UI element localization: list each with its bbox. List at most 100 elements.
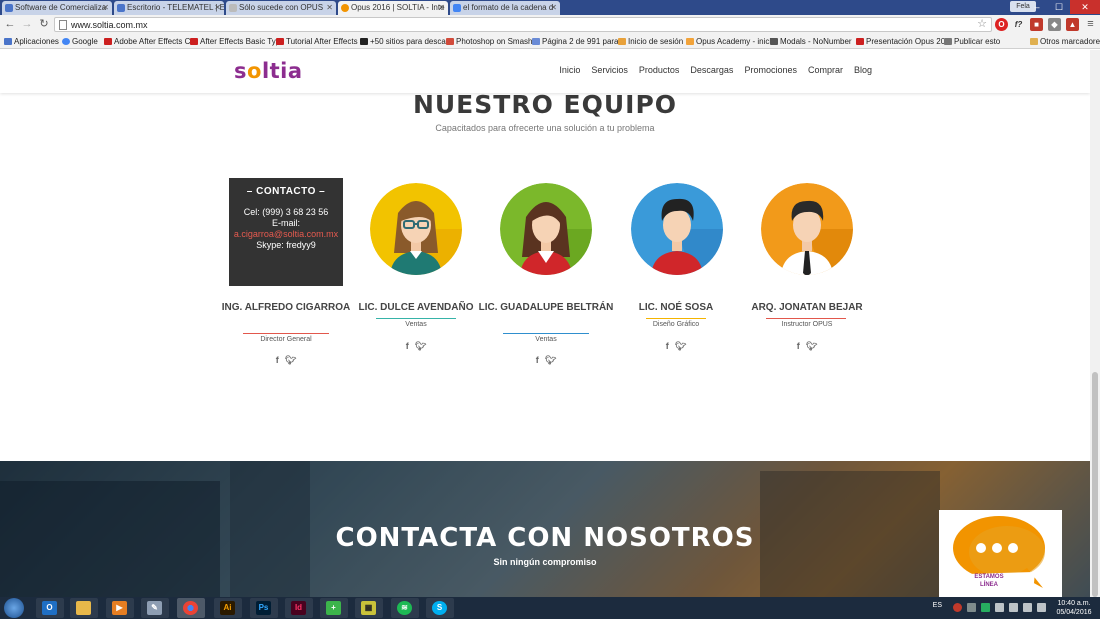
- menu-item-comprar[interactable]: Comprar: [808, 65, 843, 75]
- opera-extension-icon[interactable]: O: [995, 18, 1008, 31]
- bookmark-label: Photoshop on Smash: [456, 37, 533, 46]
- menu-item-descargas[interactable]: Descargas: [690, 65, 733, 75]
- taskbar-outlook[interactable]: O: [36, 598, 64, 618]
- taskbar-media-player[interactable]: ▶: [106, 598, 134, 618]
- taskbar-illustrator[interactable]: Ai: [214, 598, 242, 618]
- flag-icon[interactable]: [1037, 603, 1046, 612]
- taskbar-explorer[interactable]: [70, 598, 98, 618]
- tray-app-icon[interactable]: [981, 603, 990, 612]
- start-button[interactable]: [4, 598, 24, 618]
- forward-arrow-icon[interactable]: →: [20, 17, 34, 31]
- menu-item-blog[interactable]: Blog: [854, 65, 872, 75]
- facebook-icon[interactable]: f: [797, 341, 800, 351]
- volume-icon[interactable]: [1023, 603, 1032, 612]
- logo-text-accent: o: [247, 59, 262, 83]
- member-name: LIC. NOÉ SOSA: [638, 302, 714, 313]
- tray-app-icon[interactable]: [967, 603, 976, 612]
- facebook-icon[interactable]: f: [276, 355, 279, 365]
- taskbar-photoshop[interactable]: Ps: [250, 598, 278, 618]
- tab-solo-sucede-opus[interactable]: Sólo sucede con OPUS ✕: [226, 1, 336, 15]
- twitter-icon[interactable]: 🐦︎: [675, 341, 686, 351]
- taskbar-indesign[interactable]: Id: [285, 598, 313, 618]
- bookmark-label: After Effects Basic Typ: [200, 37, 281, 46]
- tab-title: el formato de la cadena d: [463, 3, 554, 12]
- bookmark-ae-basic[interactable]: After Effects Basic Typ: [190, 35, 280, 48]
- menu-icon[interactable]: ≡: [1084, 18, 1097, 31]
- taskbar-skype[interactable]: S: [426, 598, 454, 618]
- bookmark-star-icon[interactable]: ☆: [977, 18, 987, 31]
- member-role: Instructor OPUS: [781, 321, 833, 328]
- skype-icon: S: [432, 601, 447, 615]
- bookmark-50-sitios[interactable]: +50 sitios para desca: [360, 35, 446, 48]
- twitter-icon[interactable]: 🐦︎: [545, 355, 556, 365]
- taskbar-app-green[interactable]: +: [320, 598, 348, 618]
- taskbar-app-board[interactable]: ▦: [355, 598, 383, 618]
- live-chat-widget[interactable]: ESTAMOS LÍNEA: [939, 510, 1062, 597]
- chat-widget-line1: ESTAMOS: [974, 574, 1004, 580]
- taskbar-paint[interactable]: ✎: [141, 598, 169, 618]
- youtube-icon: [190, 38, 198, 45]
- system-clock[interactable]: 10:40 a.m. 05/04/2016: [1054, 599, 1094, 617]
- menu-item-promociones[interactable]: Promociones: [744, 65, 797, 75]
- url-input[interactable]: [71, 18, 951, 31]
- tab-close-icon[interactable]: ✕: [214, 1, 221, 15]
- scrollbar-thumb[interactable]: [1092, 372, 1098, 597]
- bookmark-presentacion-opus[interactable]: Presentación Opus 20: [856, 35, 945, 48]
- bookmark-inicio-sesion[interactable]: Inicio de sesión: [618, 35, 683, 48]
- tray-app-icon[interactable]: [995, 603, 1004, 612]
- bookmark-label: Otros marcadores: [1040, 37, 1100, 46]
- language-indicator[interactable]: ES: [933, 602, 942, 609]
- taskbar-chrome[interactable]: [177, 598, 205, 618]
- tab-close-icon[interactable]: ✕: [550, 1, 557, 15]
- tab-close-icon[interactable]: ✕: [326, 1, 333, 15]
- tab-escritorio-telematel[interactable]: Escritorio - TELEMATEL | Es ✕: [114, 1, 224, 15]
- close-window-icon[interactable]: ✕: [1070, 0, 1100, 14]
- tab-opus-2016-soltia[interactable]: Opus 2016 | SOLTIA - Inte ✕: [338, 1, 448, 15]
- avatar-guadalupe-beltran: [500, 183, 592, 275]
- bookmark-ae-tutorial[interactable]: Tutorial After Effects: [276, 35, 358, 48]
- bookmark-ae-c[interactable]: Adobe After Effects C: [104, 35, 190, 48]
- tray-app-icon[interactable]: [953, 603, 962, 612]
- back-arrow-icon[interactable]: ←: [3, 17, 17, 31]
- page-scrollbar[interactable]: [1090, 50, 1100, 597]
- bookmark-otros-marcadores[interactable]: Otros marcadores: [1030, 35, 1100, 48]
- contact-email-link[interactable]: a.cigarroa@soltia.com.mx: [229, 229, 343, 240]
- network-icon[interactable]: [1009, 603, 1018, 612]
- menu-item-servicios[interactable]: Servicios: [591, 65, 628, 75]
- menu-item-inicio[interactable]: Inicio: [559, 65, 580, 75]
- paint-icon: ✎: [147, 601, 162, 615]
- font-extension-icon[interactable]: f?: [1012, 18, 1025, 31]
- facebook-icon[interactable]: f: [406, 341, 409, 351]
- youtube-icon: [104, 38, 112, 45]
- extension-flag-icon[interactable]: ▲: [1066, 18, 1079, 31]
- twitter-icon[interactable]: 🐦︎: [415, 341, 426, 351]
- menu-item-productos[interactable]: Productos: [639, 65, 680, 75]
- bookmark-apps[interactable]: Aplicaciones: [4, 35, 59, 48]
- reload-icon[interactable]: ↻: [37, 17, 51, 31]
- bookmark-google[interactable]: Google: [62, 35, 98, 48]
- page-icon: [59, 20, 67, 30]
- maximize-icon[interactable]: ☐: [1048, 0, 1070, 14]
- bookmark-publicar-esto[interactable]: Publicar esto: [944, 35, 1000, 48]
- tab-software-comercializacion[interactable]: Software de Comercializa ✕: [2, 1, 112, 15]
- tab-close-icon[interactable]: ✕: [102, 1, 109, 15]
- bookmark-icon: [618, 38, 626, 45]
- extension-red-icon[interactable]: ■: [1030, 18, 1043, 31]
- twitter-icon[interactable]: 🐦︎: [285, 355, 296, 365]
- tab-formato-cadena[interactable]: el formato de la cadena d ✕: [450, 1, 560, 15]
- twitter-icon[interactable]: 🐦︎: [806, 341, 817, 351]
- bookmark-label: Opus Academy - inicio: [696, 37, 776, 46]
- facebook-icon[interactable]: f: [536, 355, 539, 365]
- address-bar[interactable]: ☆: [54, 17, 992, 32]
- taskbar-spotify[interactable]: ≋: [391, 598, 419, 618]
- bookmark-opus-academy[interactable]: Opus Academy - inicio: [686, 35, 776, 48]
- facebook-icon[interactable]: f: [666, 341, 669, 351]
- soltia-logo[interactable]: soltia: [234, 59, 303, 83]
- minimize-icon[interactable]: –: [1026, 0, 1048, 14]
- bookmark-modals[interactable]: Modals - NoNumber: [770, 35, 852, 48]
- bookmark-photoshop-smash[interactable]: Photoshop on Smash: [446, 35, 533, 48]
- shield-extension-icon[interactable]: ◆: [1048, 18, 1061, 31]
- tab-close-icon[interactable]: ✕: [438, 1, 445, 15]
- spotify-icon: ≋: [397, 601, 412, 615]
- bookmark-pagina-2[interactable]: Página 2 de 991 para: [532, 35, 619, 48]
